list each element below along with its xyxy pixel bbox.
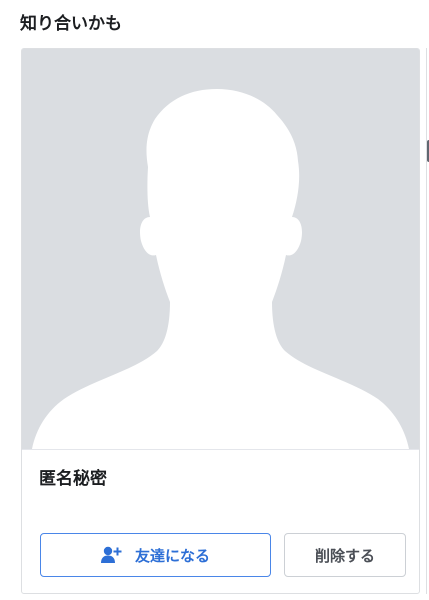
divider (22, 449, 419, 450)
profile-photo[interactable] (22, 49, 419, 449)
person-silhouette-icon (22, 49, 419, 449)
add-friend-button[interactable]: 友達になる (40, 533, 271, 577)
delete-label: 削除する (314, 546, 375, 565)
friend-suggestion-card: 匿名秘密 友達になる 削除する (21, 48, 420, 594)
add-friend-label: 友達になる (134, 546, 210, 565)
suggested-person-name[interactable]: 匿名秘密 (39, 467, 107, 491)
section-title: 知り合いかも (20, 14, 122, 34)
add-friend-icon (100, 546, 123, 564)
delete-button[interactable]: 削除する (284, 533, 406, 577)
